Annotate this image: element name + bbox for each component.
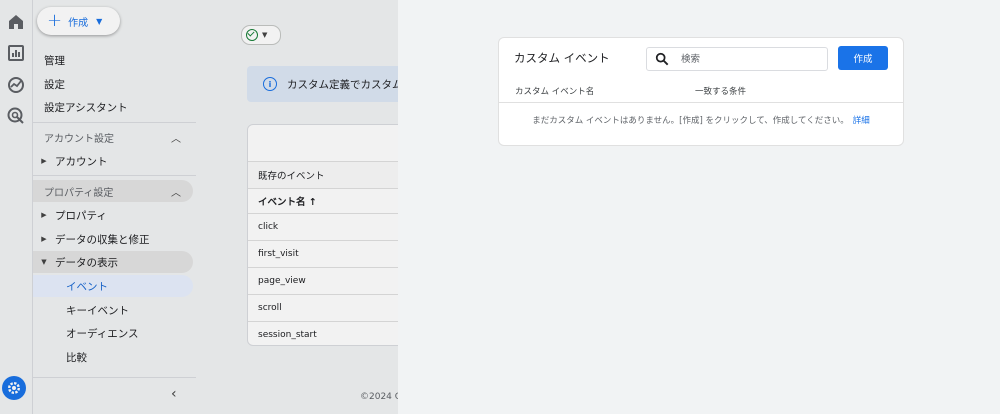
scrim-overlay[interactable]: [0, 0, 398, 414]
custom-events-card: カスタム イベント 作成 カスタム イベント名 一致する条件 まだカスタム イベ…: [498, 37, 904, 146]
search-icon: [655, 52, 669, 66]
column-header-event-name: カスタム イベント名: [515, 87, 595, 97]
card-title: カスタム イベント: [514, 51, 610, 65]
column-header-condition: 一致する条件: [695, 87, 747, 97]
empty-state: まだカスタム イベントはありません。[作成] をクリックして、作成してください。…: [499, 114, 903, 126]
learn-more-link[interactable]: 詳細: [853, 116, 870, 126]
divider: [499, 102, 903, 103]
search-input[interactable]: [679, 50, 823, 68]
search-box[interactable]: [646, 47, 828, 71]
empty-state-message: まだカスタム イベントはありません。[作成] をクリックして、作成してください。: [532, 116, 849, 126]
custom-events-panel: カスタム イベント 作成 カスタム イベント名 一致する条件 まだカスタム イベ…: [398, 0, 1000, 414]
create-custom-event-button[interactable]: 作成: [838, 46, 888, 70]
